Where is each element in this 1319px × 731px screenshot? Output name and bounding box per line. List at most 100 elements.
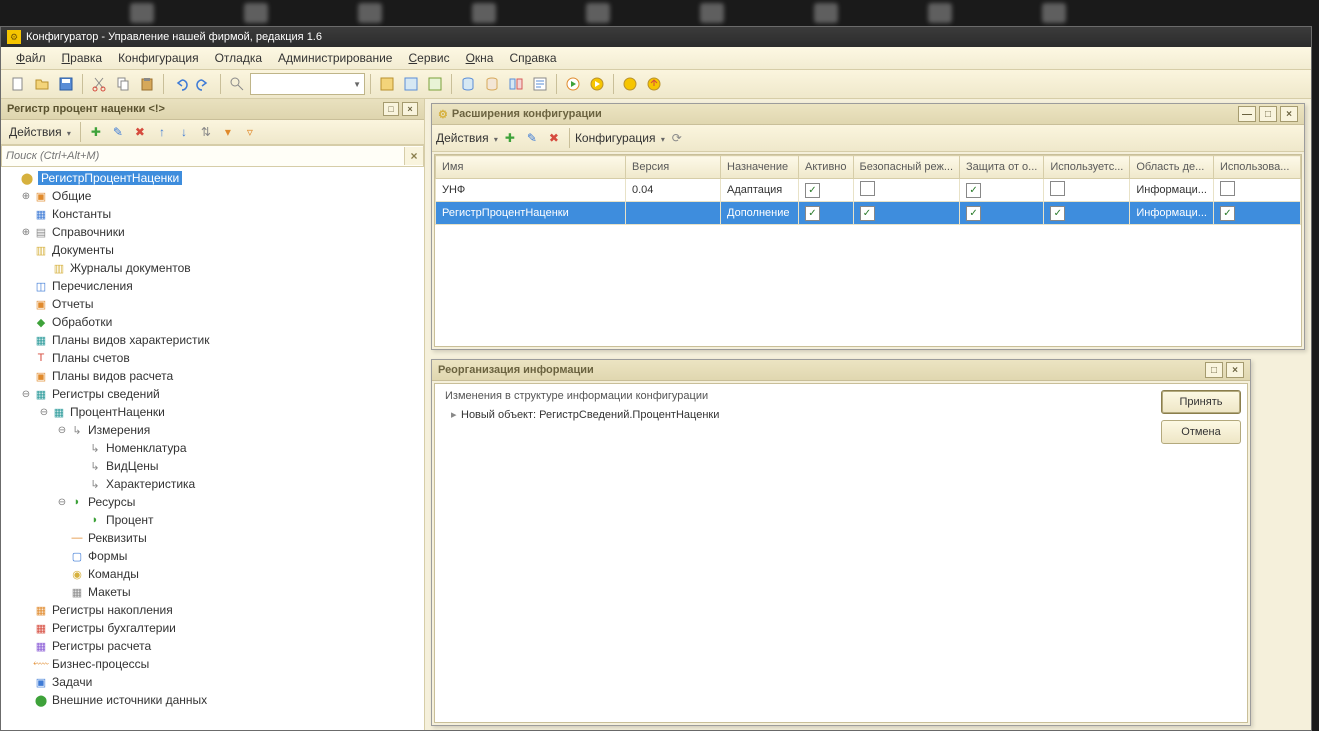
clear-search-icon[interactable]: × <box>404 147 423 165</box>
ext-edit-icon[interactable]: ✎ <box>522 128 542 148</box>
tree-search-input[interactable] <box>2 150 404 162</box>
1c-icon[interactable] <box>619 73 641 95</box>
panel-close-icon[interactable]: × <box>402 102 418 116</box>
paste-icon[interactable] <box>136 73 158 95</box>
save-icon[interactable] <box>55 73 77 95</box>
checkbox[interactable] <box>860 181 875 196</box>
filter2-icon[interactable]: ▿ <box>240 122 260 142</box>
1c-upload-icon[interactable] <box>643 73 665 95</box>
tree-resources[interactable]: Ресурсы <box>88 495 135 509</box>
col-used[interactable]: Используетс... <box>1044 156 1130 179</box>
tree-enums[interactable]: Перечисления <box>52 279 133 293</box>
tree-forms[interactable]: Формы <box>88 549 127 563</box>
col-protect[interactable]: Защита от о... <box>960 156 1044 179</box>
menu-windows[interactable]: Окна <box>459 49 501 67</box>
ext-actions-menu[interactable]: Действия ▾ <box>436 131 498 145</box>
delete-icon[interactable]: ✖ <box>130 122 150 142</box>
config-icon[interactable] <box>376 73 398 95</box>
actions-menu[interactable]: Действия ▾ <box>5 123 75 141</box>
reorg-item[interactable]: ▸Новый объект: РегистрСведений.ПроцентНа… <box>445 408 1145 421</box>
tree-attrs[interactable]: Реквизиты <box>88 531 147 545</box>
ext-add-icon[interactable]: ✚ <box>500 128 520 148</box>
ext-refresh-icon[interactable]: ⟳ <box>667 128 687 148</box>
tree-documents[interactable]: Документы <box>52 243 114 257</box>
menu-edit[interactable]: Правка <box>55 49 110 67</box>
filter-icon[interactable]: ▾ <box>218 122 238 142</box>
debug-start-icon[interactable] <box>562 73 584 95</box>
new-icon[interactable] <box>7 73 29 95</box>
checkbox[interactable] <box>1050 181 1065 196</box>
open-icon[interactable] <box>31 73 53 95</box>
config-update-icon[interactable] <box>424 73 446 95</box>
checkbox[interactable]: ✓ <box>966 183 981 198</box>
col-safe[interactable]: Безопасный реж... <box>853 156 960 179</box>
checkbox[interactable]: ✓ <box>966 206 981 221</box>
add-icon[interactable]: ✚ <box>86 122 106 142</box>
table-row[interactable]: РегистрПроцентНаценкиДополнение✓✓✓✓Инфор… <box>436 202 1301 225</box>
db1-icon[interactable] <box>457 73 479 95</box>
tree-journals[interactable]: Журналы документов <box>70 261 191 275</box>
tree-ext-src[interactable]: Внешние источники данных <box>52 693 207 707</box>
tree-bp[interactable]: Бизнес-процессы <box>52 657 149 671</box>
reorg-maximize-icon[interactable]: □ <box>1205 362 1223 378</box>
tree-processings[interactable]: Обработки <box>52 315 112 329</box>
accept-button[interactable]: Принять <box>1161 390 1241 414</box>
menu-help[interactable]: Справка <box>502 49 563 67</box>
tree-characteristic[interactable]: Характеристика <box>106 477 195 491</box>
tree-reports[interactable]: Отчеты <box>52 297 93 311</box>
syntax-icon[interactable] <box>529 73 551 95</box>
tree-price-kind[interactable]: ВидЦены <box>106 459 159 473</box>
col-name[interactable]: Имя <box>436 156 626 179</box>
undo-icon[interactable] <box>169 73 191 95</box>
col-scope[interactable]: Область де... <box>1130 156 1214 179</box>
ext-maximize-icon[interactable]: □ <box>1259 106 1277 122</box>
col-used-in[interactable]: Использова... <box>1213 156 1300 179</box>
ext-close-icon[interactable]: × <box>1280 106 1298 122</box>
config-tree[interactable]: ⬤РегистрПроцентНаценки ⊕▣Общие ▦Констант… <box>1 167 424 730</box>
tree-constants[interactable]: Константы <box>52 207 111 221</box>
menu-config[interactable]: Конфигурация <box>111 49 206 67</box>
checkbox[interactable]: ✓ <box>1050 206 1065 221</box>
col-version[interactable]: Версия <box>626 156 721 179</box>
debug-attach-icon[interactable] <box>586 73 608 95</box>
checkbox[interactable]: ✓ <box>805 183 820 198</box>
checkbox[interactable]: ✓ <box>805 206 820 221</box>
checkbox[interactable]: ✓ <box>1220 206 1235 221</box>
search-combo[interactable]: ▼ <box>250 73 365 95</box>
table-row[interactable]: УНФ0.04Адаптация✓✓Информаци... <box>436 179 1301 202</box>
tree-char-plans[interactable]: Планы видов характеристик <box>52 333 209 347</box>
titlebar[interactable]: ⚙ Конфигуратор - Управление нашей фирмой… <box>1 27 1311 47</box>
tree-common[interactable]: Общие <box>52 189 91 203</box>
compare-icon[interactable] <box>505 73 527 95</box>
col-active[interactable]: Активно <box>799 156 854 179</box>
tree-accum-reg[interactable]: Регистры накопления <box>52 603 173 617</box>
move-up-icon[interactable]: ↑ <box>152 122 172 142</box>
copy-icon[interactable] <box>112 73 134 95</box>
ext-grid[interactable]: Имя Версия Назначение Активно Безопасный… <box>434 154 1302 347</box>
reorg-close-icon[interactable]: × <box>1226 362 1244 378</box>
tree-commands[interactable]: Команды <box>88 567 139 581</box>
checkbox[interactable]: ✓ <box>860 206 875 221</box>
redo-icon[interactable] <box>193 73 215 95</box>
menu-admin[interactable]: Администрирование <box>271 49 399 67</box>
tree-acc-plans[interactable]: Планы счетов <box>52 351 130 365</box>
checkbox[interactable] <box>1220 181 1235 196</box>
col-purpose[interactable]: Назначение <box>721 156 799 179</box>
cancel-button[interactable]: Отмена <box>1161 420 1241 444</box>
edit-icon[interactable]: ✎ <box>108 122 128 142</box>
panel-maximize-icon[interactable]: □ <box>383 102 399 116</box>
menu-debug[interactable]: Отладка <box>208 49 269 67</box>
move-down-icon[interactable]: ↓ <box>174 122 194 142</box>
ext-config-menu[interactable]: Конфигурация ▾ <box>575 131 665 145</box>
tree-percent[interactable]: ПроцентНаценки <box>70 405 165 419</box>
tree-calc-plans[interactable]: Планы видов расчета <box>52 369 173 383</box>
tree-acct-reg[interactable]: Регистры бухгалтерии <box>52 621 176 635</box>
tree-nomen[interactable]: Номенклатура <box>106 441 187 455</box>
config-db-icon[interactable] <box>400 73 422 95</box>
find-icon[interactable] <box>226 73 248 95</box>
tree-tasks[interactable]: Задачи <box>52 675 92 689</box>
tree-info-reg[interactable]: Регистры сведений <box>52 387 160 401</box>
ext-minimize-icon[interactable]: — <box>1238 106 1256 122</box>
menu-file[interactable]: Файл <box>9 49 53 67</box>
menu-service[interactable]: Сервис <box>401 49 456 67</box>
